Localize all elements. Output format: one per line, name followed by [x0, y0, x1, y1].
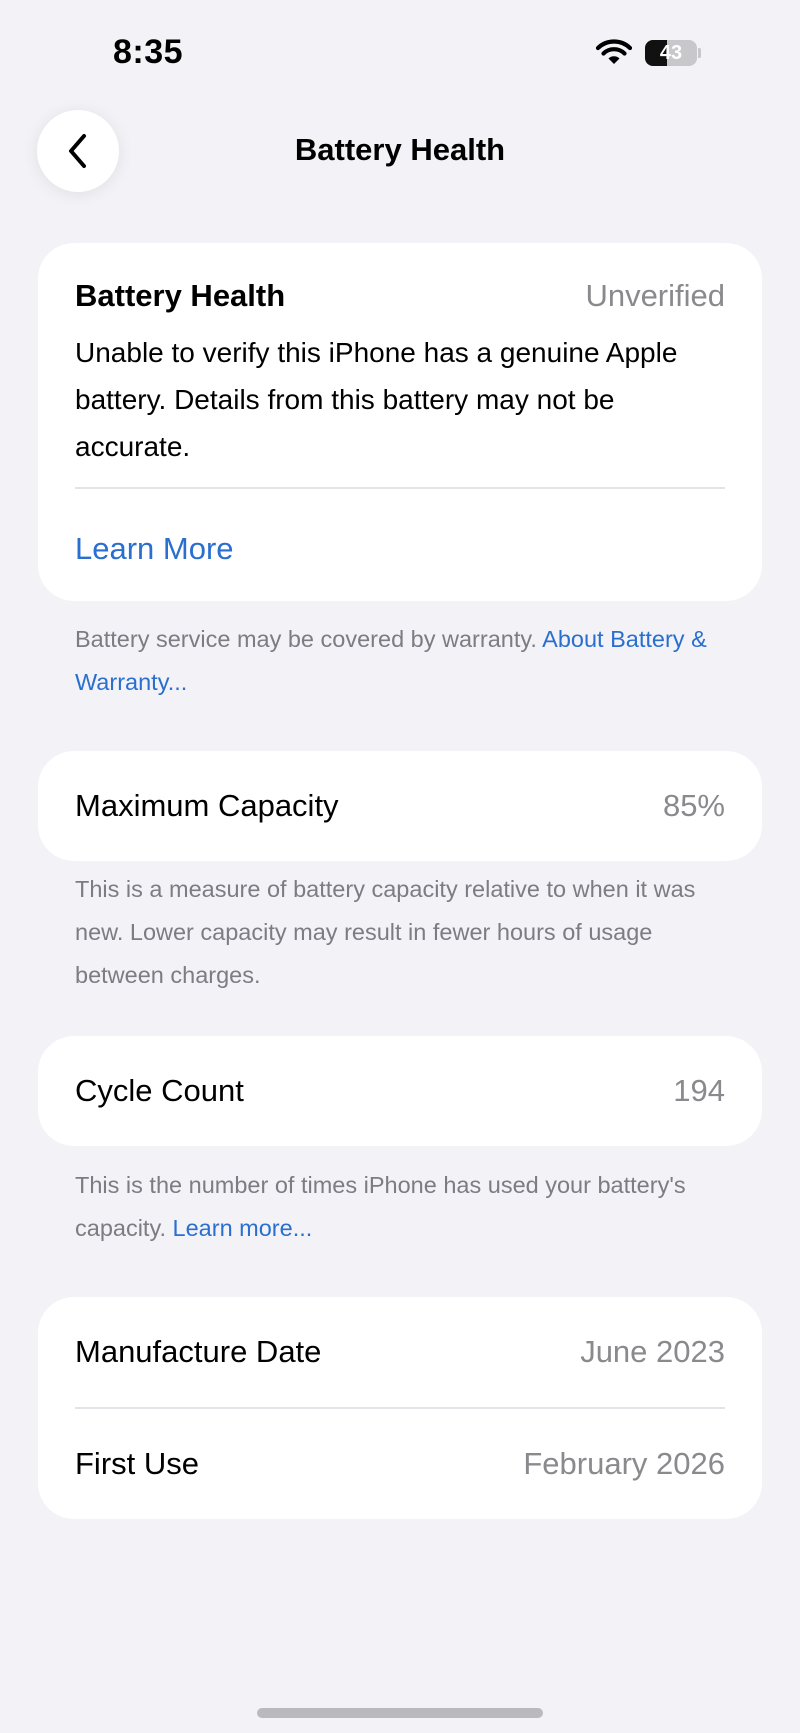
divider — [75, 487, 725, 489]
cycle-count-row[interactable]: Cycle Count 194 — [75, 1036, 725, 1146]
home-indicator[interactable] — [257, 1708, 543, 1718]
battery-body: 43 — [645, 40, 697, 66]
chevron-left-icon — [69, 134, 86, 168]
battery-health-status: Unverified — [585, 278, 725, 313]
battery-tip — [698, 48, 701, 58]
warranty-note: Battery service may be covered by warran… — [75, 618, 715, 704]
battery-health-description: Unable to verify this iPhone has a genui… — [75, 337, 678, 462]
back-button[interactable] — [37, 110, 119, 192]
wifi-icon — [595, 39, 633, 64]
dates-card: Manufacture Date June 2023 First Use Feb… — [38, 1297, 762, 1519]
status-bar: 8:35 43 — [0, 0, 800, 100]
cycle-count-note: This is the number of times iPhone has u… — [75, 1164, 715, 1250]
battery-health-header: Battery Health Unverified — [75, 271, 725, 321]
cycle-count-note-text: This is the number of times iPhone has u… — [75, 1172, 686, 1241]
status-time: 8:35 — [113, 33, 184, 71]
warranty-note-text: Battery service may be covered by warran… — [75, 626, 543, 652]
maximum-capacity-row[interactable]: Maximum Capacity 85% — [75, 751, 725, 861]
first-use-label: First Use — [75, 1446, 199, 1481]
maximum-capacity-value: 85% — [662, 788, 725, 823]
maximum-capacity-card: Maximum Capacity 85% — [38, 751, 762, 861]
first-use-row: First Use February 2026 — [75, 1409, 725, 1519]
cycle-count-learn-more-link[interactable]: Learn more... — [173, 1215, 313, 1241]
maximum-capacity-note: This is a measure of battery capacity re… — [75, 876, 696, 988]
cycle-count-card: Cycle Count 194 — [38, 1036, 762, 1146]
manufacture-date-row: Manufacture Date June 2023 — [75, 1297, 725, 1407]
cycle-count-value: 194 — [673, 1073, 725, 1108]
page-title: Battery Health — [294, 132, 506, 167]
battery-health-title: Battery Health — [75, 278, 286, 313]
manufacture-date-value: June 2023 — [580, 1334, 725, 1369]
cycle-count-label: Cycle Count — [75, 1073, 244, 1108]
manufacture-date-label: Manufacture Date — [75, 1334, 322, 1369]
first-use-value: February 2026 — [523, 1446, 725, 1481]
battery-icon: 43 — [645, 40, 701, 66]
learn-more-link[interactable]: Learn More — [75, 531, 234, 567]
maximum-capacity-label: Maximum Capacity — [75, 788, 339, 823]
battery-level: 43 — [659, 42, 683, 64]
battery-health-card: Battery Health Unverified Unable to veri… — [38, 243, 762, 601]
